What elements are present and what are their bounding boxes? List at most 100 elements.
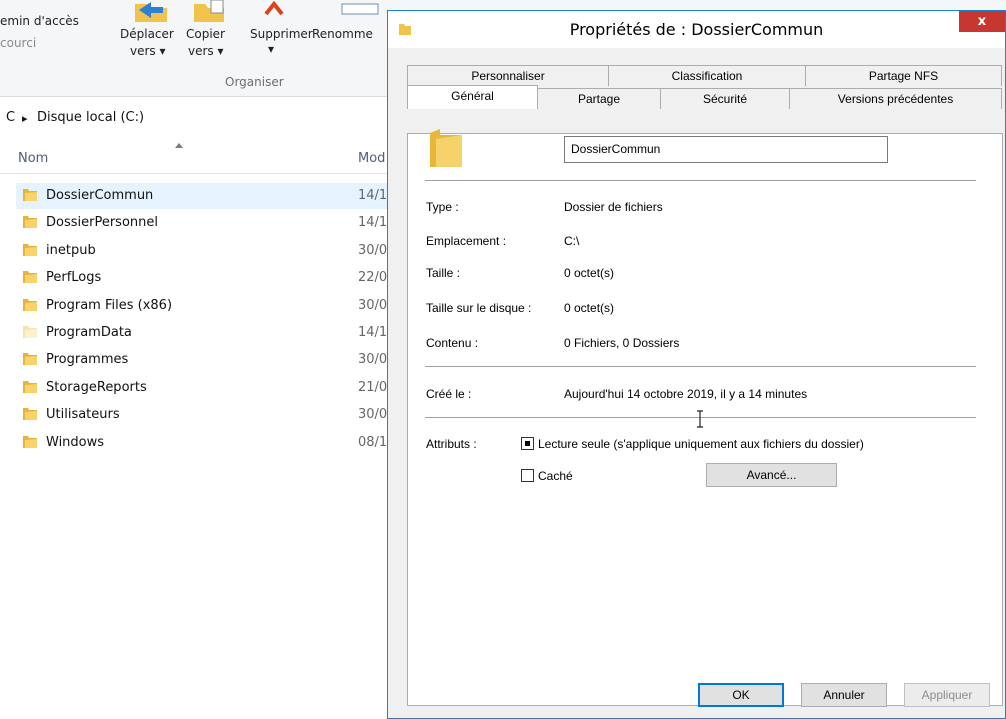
column-header-modified[interactable]: Mod [358, 151, 385, 166]
sort-ascending-icon [175, 143, 183, 148]
file-name: StorageReports [46, 380, 147, 395]
address-bar[interactable]: C ▸ Disque local (C:) [0, 105, 390, 131]
file-name: DossierCommun [46, 188, 154, 203]
advanced-button[interactable]: Avancé... [706, 463, 837, 487]
tab-general[interactable]: Général [407, 85, 538, 109]
copy-to-icon[interactable] [192, 0, 226, 22]
file-modified-date: 22/0 [358, 270, 388, 285]
size-value: 0 octet(s) [564, 266, 615, 280]
rename-button[interactable]: Renomme [312, 27, 373, 41]
address-location[interactable]: Disque local (C:) [37, 110, 144, 125]
file-list-row[interactable]: StorageReports 21/0 [16, 375, 390, 401]
copy-to-button[interactable]: Copier [186, 27, 225, 41]
tab-partage[interactable]: Partage [537, 88, 661, 109]
created-value: Aujourd'hui 14 octobre 2019, il y a 14 m… [564, 387, 808, 401]
properties-dialog: Propriétés de : DossierCommun x Personna… [387, 10, 1006, 719]
file-modified-date: 14/1 [358, 325, 388, 340]
file-modified-date: 30/0 [358, 298, 388, 313]
folder-icon [23, 216, 37, 228]
file-list-row[interactable]: DossierPersonnel 14/1 [16, 210, 390, 236]
separator [425, 366, 976, 367]
folder-icon [23, 381, 37, 393]
rename-icon[interactable] [340, 0, 380, 20]
folder-icon [23, 189, 37, 201]
copy-to-button-sub[interactable]: vers ▾ [188, 44, 224, 58]
file-name: ProgramData [46, 325, 132, 340]
folder-name-input[interactable]: DossierCommun [564, 136, 888, 163]
file-modified-date: 30/0 [358, 352, 388, 367]
file-modified-date: 08/1 [358, 435, 388, 450]
folder-icon [23, 436, 37, 448]
file-name: Programmes [46, 352, 129, 367]
move-to-button[interactable]: Déplacer [120, 27, 174, 41]
move-to-button-sub[interactable]: vers ▾ [130, 44, 166, 58]
dialog-titlebar[interactable]: Propriétés de : DossierCommun x [388, 11, 1005, 48]
file-modified-date: 14/1 [358, 215, 388, 230]
hidden-checkbox[interactable] [521, 469, 534, 482]
tab-classification[interactable]: Classification [608, 65, 806, 86]
separator [425, 180, 976, 181]
file-name: Program Files (x86) [46, 298, 173, 313]
size-on-disk-label: Taille sur le disque : [426, 301, 532, 315]
ribbon-shortcut-label[interactable]: courci [0, 36, 36, 50]
file-name: Windows [46, 435, 105, 450]
general-tab-panel [407, 133, 1003, 706]
address-root[interactable]: C [6, 110, 15, 125]
folder-icon [23, 408, 37, 420]
contents-label: Contenu : [426, 336, 479, 350]
file-list-row[interactable]: Programmes 30/0 [16, 347, 390, 373]
ok-button[interactable]: OK [698, 683, 784, 707]
file-modified-date: 21/0 [358, 380, 388, 395]
type-label: Type : [426, 200, 459, 214]
file-list-row[interactable]: PerfLogs 22/0 [16, 265, 390, 291]
folder-icon [23, 326, 37, 338]
close-button[interactable]: x [959, 11, 1005, 32]
file-list-row[interactable]: DossierCommun 14/1 [16, 183, 390, 209]
created-label: Créé le : [426, 387, 472, 401]
tab-partage-nfs[interactable]: Partage NFS [805, 65, 1002, 86]
readonly-checkbox[interactable] [521, 437, 534, 450]
contents-value: 0 Fichiers, 0 Dossiers [564, 336, 680, 350]
file-modified-date: 30/0 [358, 243, 388, 258]
folder-large-icon [430, 129, 462, 167]
apply-button: Appliquer [904, 683, 990, 707]
organize-group-label: Organiser [225, 75, 284, 89]
file-list-row[interactable]: ProgramData 14/1 [16, 320, 390, 346]
file-name: Utilisateurs [46, 407, 120, 422]
file-name: PerfLogs [46, 270, 102, 285]
location-label: Emplacement : [426, 234, 507, 248]
tab-personnaliser[interactable]: Personnaliser [407, 65, 609, 86]
folder-icon [23, 353, 37, 365]
move-to-icon[interactable] [133, 0, 169, 22]
file-name: DossierPersonnel [46, 215, 158, 230]
folder-icon [23, 271, 37, 283]
folder-icon [23, 299, 37, 311]
type-value: Dossier de fichiers [564, 200, 663, 214]
dialog-title: Propriétés de : DossierCommun [569, 20, 824, 39]
tab-versions-precedentes[interactable]: Versions précédentes [789, 88, 1002, 109]
delete-button[interactable]: Supprimer [250, 27, 313, 41]
file-modified-date: 30/0 [358, 407, 388, 422]
file-list-header: Nom Mod [0, 140, 390, 174]
delete-icon[interactable] [263, 0, 285, 22]
chevron-right-icon[interactable]: ▸ [22, 112, 28, 125]
size-label: Taille : [426, 266, 461, 280]
tab-securite[interactable]: Sécurité [660, 88, 790, 109]
column-header-name[interactable]: Nom [18, 151, 48, 166]
readonly-label[interactable]: Lecture seule (s'applique uniquement aux… [538, 437, 864, 451]
ribbon-pin-quick-access-label[interactable]: emin d'accès [0, 14, 79, 28]
text-cursor-icon [697, 410, 703, 428]
file-list-row[interactable]: Program Files (x86) 30/0 [16, 293, 390, 319]
file-list-row[interactable]: inetpub 30/0 [16, 238, 390, 264]
hidden-label[interactable]: Caché [538, 469, 573, 483]
file-name: inetpub [46, 243, 96, 258]
cancel-button[interactable]: Annuler [801, 683, 887, 707]
size-on-disk-value: 0 octet(s) [564, 301, 615, 315]
file-modified-date: 14/1 [358, 188, 388, 203]
folder-icon [23, 244, 37, 256]
file-list-row[interactable]: Utilisateurs 30/0 [16, 402, 390, 428]
file-list-row[interactable]: Windows 08/1 [16, 430, 390, 456]
delete-button-sub[interactable]: ▾ [268, 42, 274, 56]
location-value: C:\ [564, 234, 580, 248]
attributes-label: Attributs : [426, 437, 477, 451]
